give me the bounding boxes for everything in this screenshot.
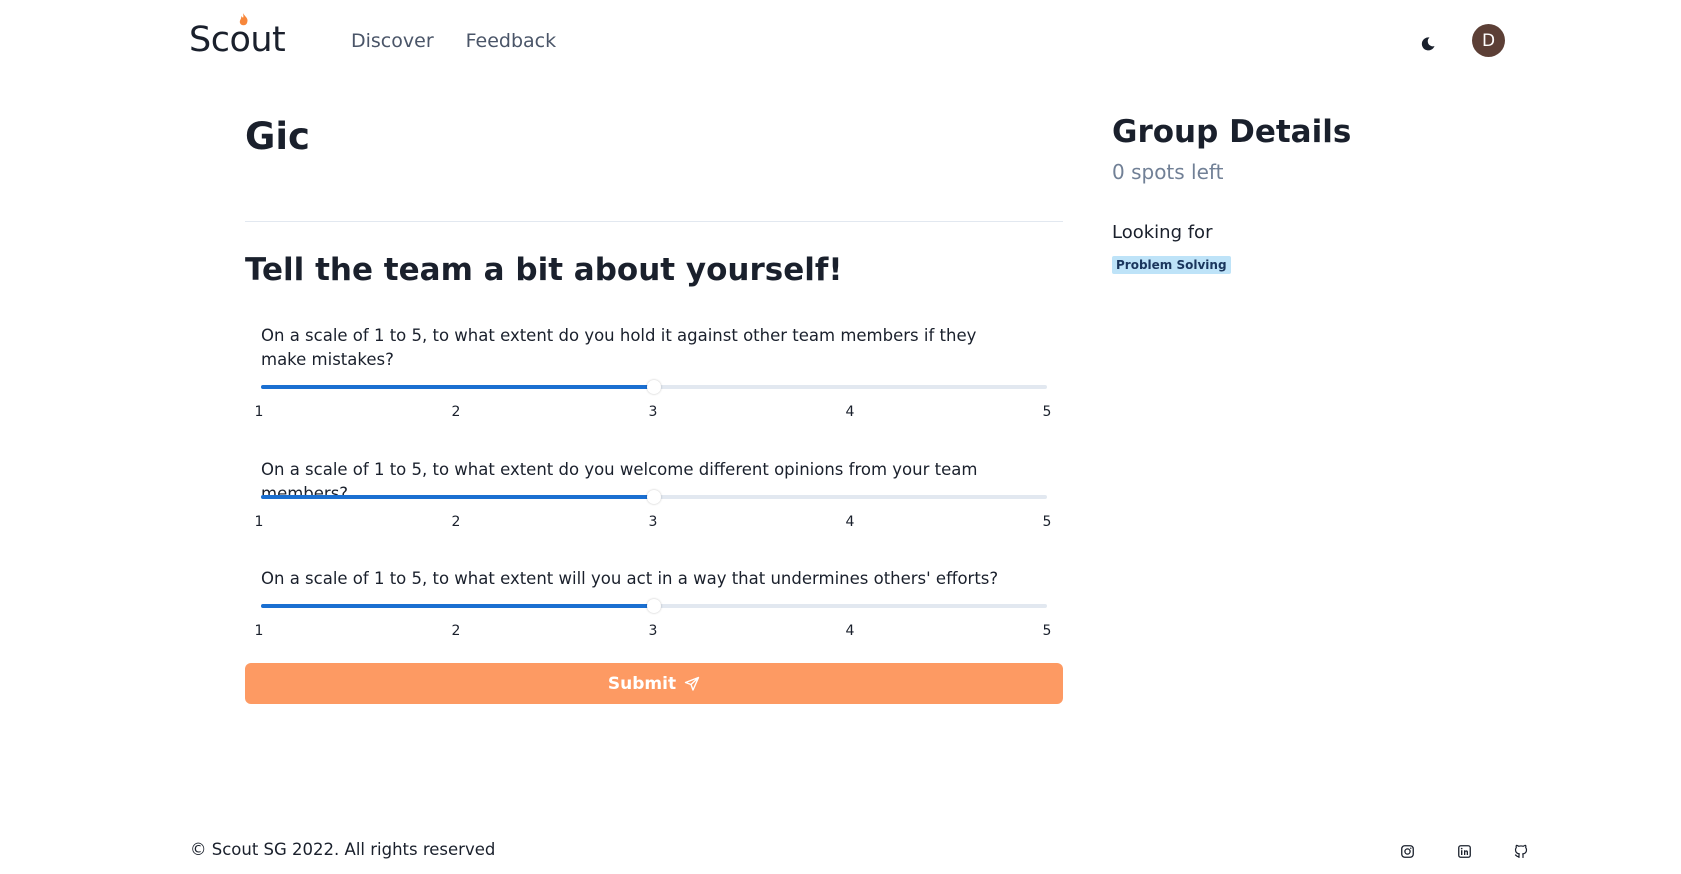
page-title: Gic bbox=[245, 115, 310, 158]
group-details-title: Group Details bbox=[1112, 114, 1352, 150]
skill-tag: Problem Solving bbox=[1112, 256, 1231, 274]
avatar[interactable]: D bbox=[1472, 24, 1505, 57]
linkedin-icon bbox=[1457, 844, 1471, 858]
question-1: On a scale of 1 to 5, to what extent do … bbox=[255, 324, 1052, 420]
nav-feedback[interactable]: Feedback bbox=[466, 30, 556, 52]
tick-label: 3 bbox=[648, 514, 658, 530]
looking-for-label: Looking for bbox=[1112, 222, 1213, 243]
rating-slider[interactable] bbox=[261, 596, 1047, 616]
slider-thumb[interactable] bbox=[647, 380, 661, 394]
instagram-link[interactable] bbox=[1398, 842, 1416, 860]
instagram-icon bbox=[1400, 844, 1414, 858]
github-icon bbox=[1514, 844, 1528, 858]
submit-button[interactable]: Submit bbox=[245, 663, 1063, 704]
main-nav: Discover Feedback bbox=[351, 30, 556, 52]
nav-discover[interactable]: Discover bbox=[351, 30, 434, 52]
submit-label: Submit bbox=[607, 673, 677, 694]
tick-label: 2 bbox=[451, 623, 461, 639]
slider-thumb[interactable] bbox=[647, 490, 661, 504]
flame-icon bbox=[239, 13, 248, 26]
tick-label: 2 bbox=[451, 514, 461, 530]
tick-label: 3 bbox=[648, 623, 658, 639]
slider-fill bbox=[261, 604, 654, 608]
rating-slider[interactable] bbox=[261, 487, 1047, 507]
header: Scout Discover Feedback D bbox=[0, 0, 1681, 84]
divider bbox=[245, 221, 1063, 222]
theme-toggle-button[interactable] bbox=[1408, 24, 1448, 64]
tick-label: 2 bbox=[451, 404, 461, 420]
main-content: Gic Tell the team a bit about yourself! … bbox=[245, 104, 1063, 704]
slider-thumb[interactable] bbox=[647, 599, 661, 613]
form-heading: Tell the team a bit about yourself! bbox=[245, 252, 843, 288]
spots-left: 0 spots left bbox=[1112, 160, 1224, 184]
copyright: © Scout SG 2022. All rights reserved bbox=[190, 840, 496, 859]
tick-label: 3 bbox=[648, 404, 658, 420]
question-text: On a scale of 1 to 5, to what extent do … bbox=[261, 326, 977, 369]
slider-ticks: 1 2 3 4 5 bbox=[255, 623, 1052, 641]
tick-label: 1 bbox=[254, 404, 264, 420]
slider-fill bbox=[261, 495, 654, 499]
slider-ticks: 1 2 3 4 5 bbox=[255, 514, 1052, 532]
question-3: On a scale of 1 to 5, to what extent wil… bbox=[255, 567, 1052, 639]
tick-label: 4 bbox=[845, 514, 855, 530]
tick-label: 1 bbox=[254, 623, 264, 639]
scout-logo[interactable]: Scout bbox=[189, 13, 286, 62]
tick-label: 5 bbox=[1042, 514, 1052, 530]
send-icon bbox=[684, 676, 700, 691]
tick-label: 1 bbox=[254, 514, 264, 530]
group-details-panel: Group Details 0 spots left Looking for P… bbox=[1112, 104, 1512, 274]
tick-label: 5 bbox=[1042, 623, 1052, 639]
rating-slider[interactable] bbox=[261, 377, 1047, 397]
question-2: On a scale of 1 to 5, to what extent do … bbox=[255, 458, 1052, 530]
tick-label: 5 bbox=[1042, 404, 1052, 420]
footer: © Scout SG 2022. All rights reserved bbox=[0, 830, 1681, 874]
moon-icon bbox=[1421, 37, 1435, 51]
github-link[interactable] bbox=[1512, 842, 1530, 860]
tick-label: 4 bbox=[845, 623, 855, 639]
slider-ticks: 1 2 3 4 5 bbox=[255, 404, 1052, 422]
slider-fill bbox=[261, 385, 654, 389]
linkedin-link[interactable] bbox=[1455, 842, 1473, 860]
question-text: On a scale of 1 to 5, to what extent wil… bbox=[261, 569, 999, 588]
tick-label: 4 bbox=[845, 404, 855, 420]
